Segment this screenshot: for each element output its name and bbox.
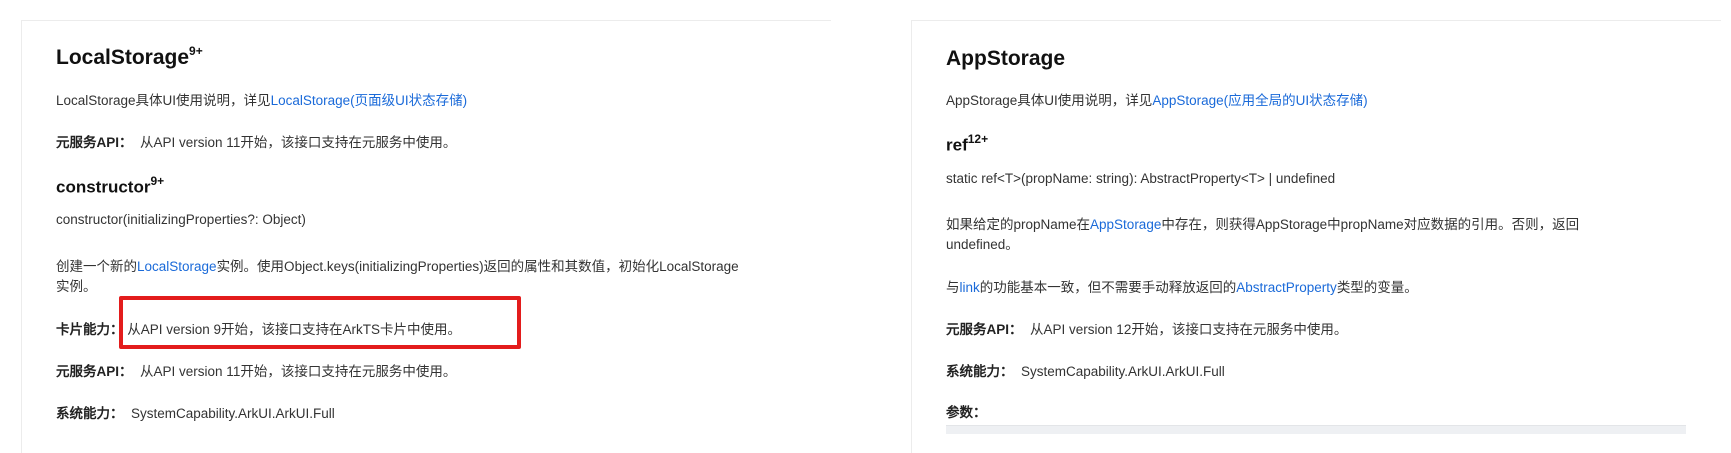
- system-capability-info: 系统能力： SystemCapability.ArkUI.ArkUI.Full: [56, 406, 335, 421]
- ref-signature: static ref<T>(propName: string): Abstrac…: [946, 171, 1336, 186]
- link-api-link[interactable]: link: [960, 280, 980, 295]
- appstorage-intro: AppStorage具体UI使用说明，详见AppStorage(应用全局的UI状…: [946, 93, 1368, 108]
- appstorage-link[interactable]: AppStorage: [1090, 217, 1161, 232]
- localstorage-link[interactable]: LocalStorage: [137, 259, 217, 274]
- ref-description-cont: undefined。: [946, 237, 1019, 252]
- api-version-sup: 9+: [189, 44, 203, 58]
- appstorage-doc-link[interactable]: AppStorage(应用全局的UI状态存储): [1152, 93, 1367, 108]
- ref-description: 如果给定的propName在AppStorage中存在，则获得AppStorag…: [946, 217, 1580, 232]
- constructor-description: 创建一个新的LocalStorage实例。使用Object.keys(initi…: [56, 259, 739, 274]
- atomic-service-info-2: 元服务API： 从API version 11开始，该接口支持在元服务中使用。: [56, 364, 457, 379]
- constructor-heading: constructor9+: [56, 174, 165, 197]
- localstorage-doc-link[interactable]: LocalStorage(页面级UI状态存储): [271, 93, 468, 108]
- appstorage-doc-panel: AppStorage AppStorage具体UI使用说明，详见AppStora…: [911, 20, 1721, 453]
- localstorage-title: LocalStorage9+: [56, 44, 203, 69]
- abstract-property-link[interactable]: AbstractProperty: [1236, 280, 1337, 295]
- ref-link-note: 与link的功能基本一致，但不需要手动释放返回的AbstractProperty…: [946, 280, 1418, 295]
- red-highlight-box: [119, 296, 521, 349]
- localstorage-doc-panel: LocalStorage9+ LocalStorage具体UI使用说明，详见Lo…: [21, 20, 831, 453]
- system-capability-info: 系统能力： SystemCapability.ArkUI.ArkUI.Full: [946, 364, 1225, 379]
- localstorage-intro: LocalStorage具体UI使用说明，详见LocalStorage(页面级U…: [56, 93, 468, 108]
- constructor-signature: constructor(initializingProperties?: Obj…: [56, 212, 306, 227]
- params-table-header: [946, 425, 1686, 434]
- ref-heading: ref12+: [946, 132, 989, 155]
- atomic-service-info: 元服务API： 从API version 12开始，该接口支持在元服务中使用。: [946, 322, 1348, 337]
- constructor-description-cont: 实例。: [56, 279, 97, 294]
- appstorage-title: AppStorage: [946, 47, 1066, 70]
- params-label: 参数：: [946, 405, 987, 420]
- atomic-service-info: 元服务API： 从API version 11开始，该接口支持在元服务中使用。: [56, 135, 457, 150]
